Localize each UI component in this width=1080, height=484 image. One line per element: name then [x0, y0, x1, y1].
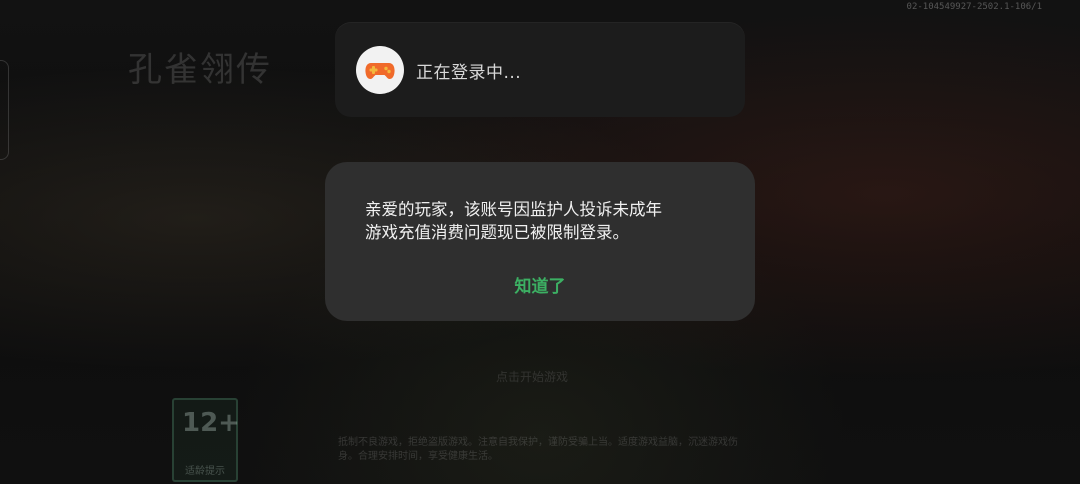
login-toast: 正在登录中... — [335, 22, 745, 117]
start-game-hint: 点击开始游戏 — [496, 370, 569, 384]
age-rating-number: 12+ — [182, 408, 240, 438]
age-rating-badge: 12+ 适龄提示 — [172, 398, 240, 482]
game-logo: 孔雀翎传 — [128, 50, 272, 90]
alert-message-line-1: 亲爱的玩家，该账号因监护人投诉未成年 — [365, 200, 662, 219]
age-rating-label: 适龄提示 — [185, 466, 225, 477]
app-avatar — [356, 46, 404, 94]
login-status-text: 正在登录中... — [416, 63, 522, 83]
alert-dialog: 亲爱的玩家，该账号因监护人投诉未成年 游戏充值消费问题现已被限制登录。 知道了 — [325, 162, 755, 321]
alert-message-line-2: 游戏充值消费问题现已被限制登录。 — [365, 223, 629, 242]
health-notice: 抵制不良游戏，拒绝盗版游戏。注意自我保护，谨防受骗上当。适度游戏益脑，沉迷游戏伤… — [338, 437, 738, 462]
alert-message: 亲爱的玩家，该账号因监护人投诉未成年 游戏充值消费问题现已被限制登录。 — [365, 198, 725, 244]
side-drawer-handle[interactable] — [0, 60, 9, 160]
confirm-button[interactable]: 知道了 — [490, 270, 590, 298]
version-label: 02-104549927-2502.1-106/1 — [906, 2, 1042, 12]
gamepad-icon — [365, 63, 395, 79]
